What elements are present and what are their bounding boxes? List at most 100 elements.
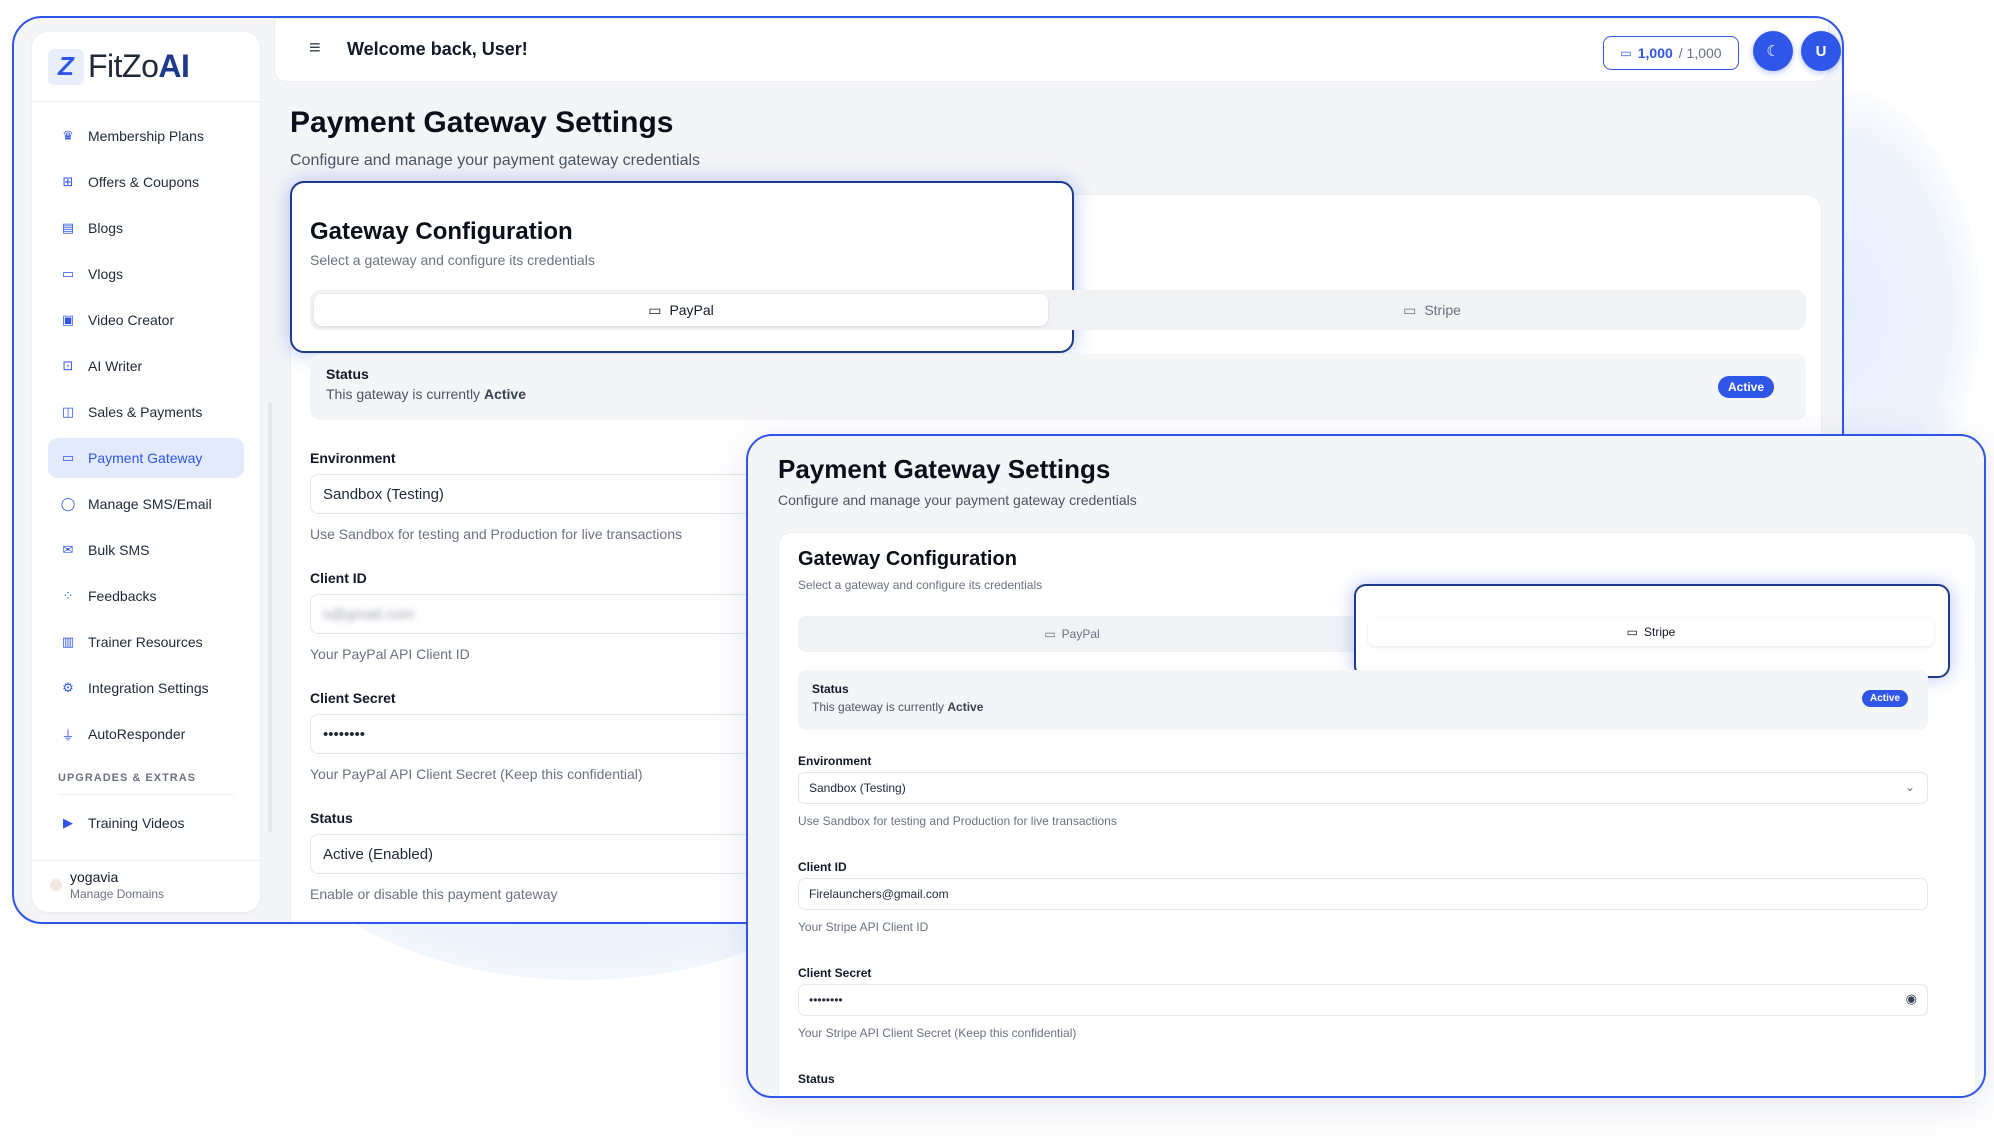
environment-select[interactable]: Sandbox (Testing) ⌄ — [798, 772, 1928, 804]
client-secret-help: Your Stripe API Client Secret (Keep this… — [798, 1026, 1077, 1040]
tab-stripe[interactable]: ▭ Stripe — [1368, 618, 1934, 646]
credits-badge[interactable]: ▭ 1,000 / 1,000 — [1603, 36, 1739, 70]
sidebar-item-label: Trainer Resources — [88, 634, 203, 650]
client-secret-value: •••••••• — [809, 993, 843, 1007]
tab-stripe[interactable]: ▭ Stripe — [1064, 294, 1800, 326]
gift-icon: ⊞ — [62, 174, 74, 189]
environment-label: Environment — [310, 450, 396, 466]
sidebar-item-payment-gateway[interactable]: ▭ Payment Gateway — [48, 438, 244, 478]
sidebar-item-ai-writer[interactable]: ⊡ AI Writer — [48, 346, 244, 386]
chevron-down-icon: ⌄ — [1904, 780, 1915, 794]
tab-label: Stripe — [1643, 625, 1676, 639]
document-icon: ▤ — [61, 220, 75, 235]
status-text: This gateway is currently Active — [812, 700, 984, 714]
moon-icon: ☾ — [1766, 43, 1780, 60]
sidebar-item-feedbacks[interactable]: ⁘ Feedbacks — [48, 576, 244, 616]
library-icon: ▥ — [61, 634, 75, 649]
sidebar-footer[interactable]: yogavia Manage Domains — [32, 860, 260, 912]
config-subtitle: Select a gateway and configure its crede… — [310, 252, 595, 268]
sidebar-item-sales-payments[interactable]: ◫ Sales & Payments — [48, 392, 244, 432]
sidebar-item-manage-sms-email[interactable]: ◯ Manage SMS/Email — [48, 484, 244, 524]
sidebar-item-label: AutoResponder — [88, 726, 186, 742]
tab-paypal[interactable]: ▭ PayPal — [314, 294, 1048, 326]
logo-mark-icon: Z — [48, 48, 84, 85]
footer-sub: Manage Domains — [70, 887, 165, 901]
environment-help: Use Sandbox for testing and Production f… — [798, 814, 1117, 828]
client-id-label: Client ID — [310, 570, 367, 586]
sidebar-scrollbar[interactable] — [268, 402, 272, 832]
client-secret-label: Client Secret — [798, 966, 872, 980]
tab-paypal[interactable]: ▭ PayPal — [802, 620, 1342, 648]
client-secret-label: Client Secret — [310, 690, 396, 706]
gateway-status-help: Enable or disable this payment gateway — [310, 886, 558, 902]
client-secret-help: Your PayPal API Client Secret (Keep this… — [310, 766, 643, 782]
eye-icon[interactable]: ◉ — [1906, 991, 1917, 1007]
credit-card-icon: ▭ — [1626, 625, 1638, 639]
client-id-help: Your PayPal API Client ID — [310, 646, 470, 662]
sidebar-item-offers-coupons[interactable]: ⊞ Offers & Coupons — [48, 162, 244, 202]
sidebar: Z FitZoAI ♛ Membership Plans ⊞ Offers & Co… — [32, 32, 272, 912]
status-panel: Status This gateway is currently Active … — [310, 354, 1806, 420]
sidebar-item-integration-settings[interactable]: ⚙ Integration Settings — [48, 668, 244, 708]
sidebar-item-autoresponder[interactable]: ⏚ AutoResponder — [48, 714, 244, 754]
user-avatar-button[interactable]: U — [1801, 31, 1841, 71]
sidebar-item-label: Sales & Payments — [88, 404, 203, 420]
gear-icon: ⚙ — [62, 680, 74, 695]
config-title: Gateway Configuration — [310, 218, 573, 245]
sidebar-item-label: Manage SMS/Email — [88, 496, 212, 512]
video-icon: ▭ — [61, 266, 75, 281]
logo-text: FitZoAI — [88, 48, 190, 84]
tab-label: PayPal — [669, 302, 714, 318]
gateway-status-label: Status — [798, 1072, 835, 1086]
credits-total: / 1,000 — [1678, 45, 1722, 61]
wallet-icon: ▭ — [1620, 46, 1632, 60]
status-label: Status — [326, 366, 369, 382]
status-label: Status — [812, 682, 849, 696]
theme-toggle-button[interactable]: ☾ — [1753, 31, 1793, 71]
status-panel: Status This gateway is currently Active … — [798, 670, 1928, 730]
sidebar-item-bulk-sms[interactable]: ✉ Bulk SMS — [48, 530, 244, 570]
sidebar-item-blogs[interactable]: ▤ Blogs — [48, 208, 244, 248]
domain-avatar-icon — [50, 879, 62, 891]
client-id-value: s@gmail.com — [323, 605, 415, 623]
chat-icon: ◯ — [60, 496, 76, 511]
avatar-initial: U — [1815, 42, 1827, 60]
status-badge: Active — [1862, 690, 1909, 707]
sidebar-item-label: Feedbacks — [88, 588, 157, 604]
sidebar-item-label: AI Writer — [88, 358, 143, 374]
gateway-status-label: Status — [310, 810, 353, 826]
welcome-text: Welcome back, User! — [347, 39, 528, 59]
config-title: Gateway Configuration — [798, 548, 1017, 570]
sidebar-item-label: Integration Settings — [88, 680, 209, 696]
tab-label: PayPal — [1061, 627, 1100, 641]
sidebar-item-vlogs[interactable]: ▭ Vlogs — [48, 254, 244, 294]
wallet-icon: ▭ — [1044, 627, 1056, 641]
monitor-play-icon: ▶ — [63, 815, 73, 830]
sidebar-item-label: Offers & Coupons — [88, 174, 200, 190]
client-id-input[interactable]: Firelaunchers@gmail.com — [798, 878, 1928, 910]
wallet-icon: ▭ — [648, 301, 662, 318]
sidebar-item-video-creator[interactable]: ▣ Video Creator — [48, 300, 244, 340]
credits-used: 1,000 — [1637, 45, 1673, 61]
sidebar-item-label: Training Videos — [88, 815, 185, 831]
sidebar-nav: ♛ Membership Plans ⊞ Offers & Coupons ▤ Blo… — [32, 102, 260, 843]
status-text: This gateway is currently Active — [326, 386, 526, 402]
sidebar-item-training-videos[interactable]: ▶ Training Videos — [48, 803, 244, 843]
environment-help: Use Sandbox for testing and Production f… — [310, 526, 682, 542]
clapper-icon: ▣ — [61, 312, 75, 327]
wallet-icon: ◫ — [61, 404, 75, 419]
page-title: Payment Gateway Settings — [290, 106, 674, 139]
credit-card-icon: ▭ — [61, 450, 75, 465]
tab-label: Stripe — [1424, 302, 1461, 318]
hamburger-menu-icon[interactable]: ≡ — [309, 37, 321, 60]
sidebar-item-label: Vlogs — [88, 266, 124, 282]
credit-card-icon: ▭ — [1403, 301, 1417, 318]
crown-icon: ♛ — [62, 128, 74, 143]
client-secret-input[interactable]: •••••••• ◉ — [798, 984, 1928, 1016]
environment-value: Sandbox (Testing) — [809, 781, 906, 795]
sidebar-item-trainer-resources[interactable]: ▥ Trainer Resources — [48, 622, 244, 662]
sidebar-item-membership-plans[interactable]: ♛ Membership Plans — [48, 116, 244, 156]
page-subtitle: Configure and manage your payment gatewa… — [290, 152, 701, 169]
logo[interactable]: Z FitZoAI — [32, 32, 260, 102]
sidebar-section-label: UPGRADES & EXTRAS — [58, 772, 234, 795]
